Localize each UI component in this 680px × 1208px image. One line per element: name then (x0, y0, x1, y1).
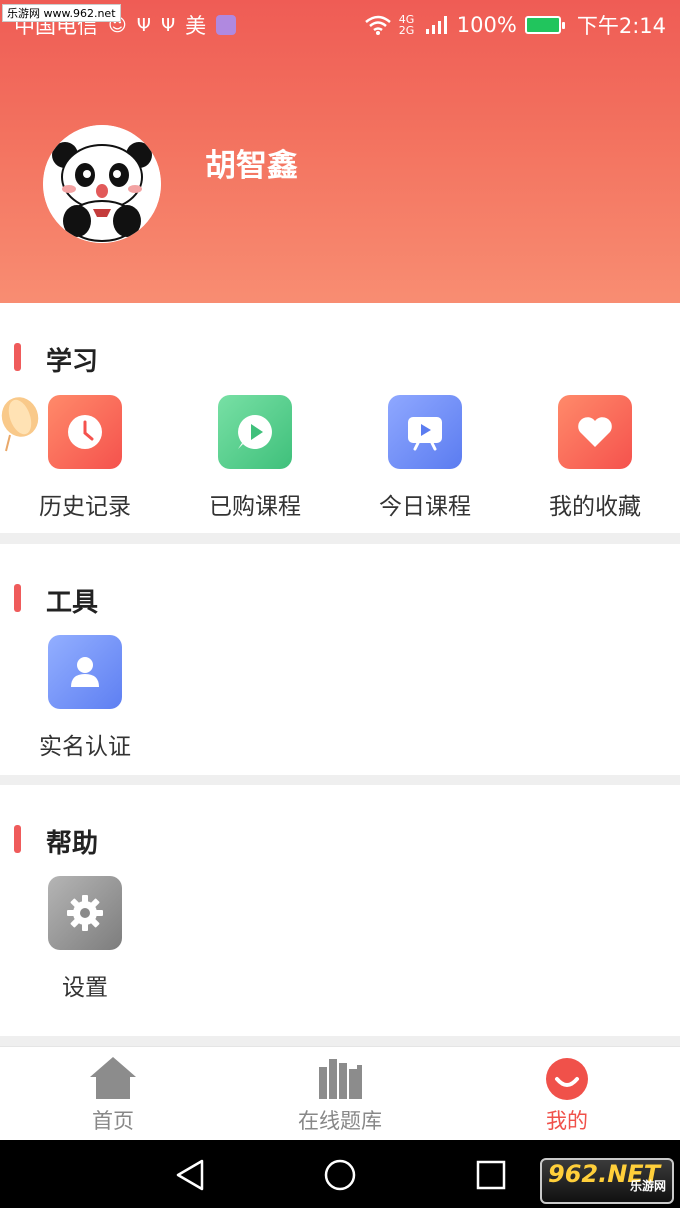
meituan-icon-label: 美 (185, 14, 207, 38)
profile-face-icon (546, 1058, 588, 1100)
section-tools: 工具 实名认证 (0, 544, 680, 775)
tab-home[interactable]: 首页 (0, 1047, 226, 1141)
tab-question-bank-label: 在线题库 (298, 1109, 382, 1133)
bottom-tab-bar: 首页 在线题库 我的 (0, 1046, 680, 1140)
settings-button[interactable]: 设置 (0, 876, 170, 1016)
panda-avatar-image (43, 125, 161, 243)
real-name-auth-label: 实名认证 (39, 734, 131, 760)
section-study: 学习 历史记录 已购课程 今日课程 我的收藏 (0, 303, 680, 533)
tab-mine[interactable]: 我的 (454, 1047, 680, 1141)
battery-percent: 100% (456, 13, 517, 37)
section-divider (0, 1036, 680, 1046)
real-name-auth-button[interactable]: 实名认证 (0, 635, 170, 775)
today-courses-label: 今日课程 (379, 494, 471, 520)
user-name: 胡智鑫 (205, 148, 298, 184)
lantern-decoration-icon (1, 397, 39, 452)
person-icon (48, 635, 122, 709)
section-title-tools: 工具 (46, 588, 99, 618)
status-right: 4G 2G 100% 下午2:14 (364, 10, 666, 40)
usb-icon-2: Ψ (160, 14, 176, 36)
signal-icon (425, 16, 447, 34)
watermark-top: 乐游网 www.962.net (2, 4, 121, 22)
section-divider (0, 775, 680, 785)
gear-icon (48, 876, 122, 950)
app-notification-icon (216, 15, 237, 35)
clock-time: 下午2:14 (576, 14, 666, 38)
section-title-study: 学习 (46, 347, 99, 377)
avatar[interactable] (43, 125, 161, 243)
purchased-courses-button[interactable]: 已购课程 (170, 395, 340, 535)
battery-icon (524, 16, 565, 34)
favorites-label: 我的收藏 (549, 494, 641, 520)
usb-icon: Ψ (136, 14, 151, 36)
section-accent-bar (14, 825, 21, 853)
favorites-button[interactable]: 我的收藏 (510, 395, 680, 535)
clock-icon (48, 395, 122, 469)
profile-header: 中国电信 ☺ Ψ Ψ 美 4G 2G 100% 下午2:14 乐游网 www.9… (0, 0, 680, 303)
tab-question-bank[interactable]: 在线题库 (227, 1047, 453, 1141)
section-divider (0, 533, 680, 544)
home-nav-icon[interactable] (322, 1157, 358, 1193)
section-accent-bar (14, 343, 21, 371)
home-icon (90, 1057, 136, 1099)
history-label: 历史记录 (39, 494, 131, 520)
section-help: 帮助 设置 (0, 785, 680, 1036)
tab-mine-label: 我的 (546, 1109, 588, 1133)
section-title-help: 帮助 (46, 829, 99, 859)
books-icon (319, 1059, 362, 1099)
settings-label: 设置 (62, 975, 108, 1001)
tab-home-label: 首页 (92, 1109, 134, 1133)
play-bubble-icon (218, 395, 292, 469)
tv-play-icon (388, 395, 462, 469)
network-type: 4G 2G (398, 13, 415, 37)
heart-icon (558, 395, 632, 469)
today-courses-button[interactable]: 今日课程 (340, 395, 510, 535)
recent-apps-icon[interactable] (473, 1157, 509, 1193)
wifi-icon (364, 15, 391, 35)
purchased-courses-label: 已购课程 (209, 494, 301, 520)
watermark-bottom-sub: 乐游网 (629, 1179, 666, 1193)
back-icon[interactable] (172, 1157, 208, 1193)
section-accent-bar (14, 584, 21, 612)
watermark-bottom: 962.NET 乐游网 (540, 1158, 674, 1204)
